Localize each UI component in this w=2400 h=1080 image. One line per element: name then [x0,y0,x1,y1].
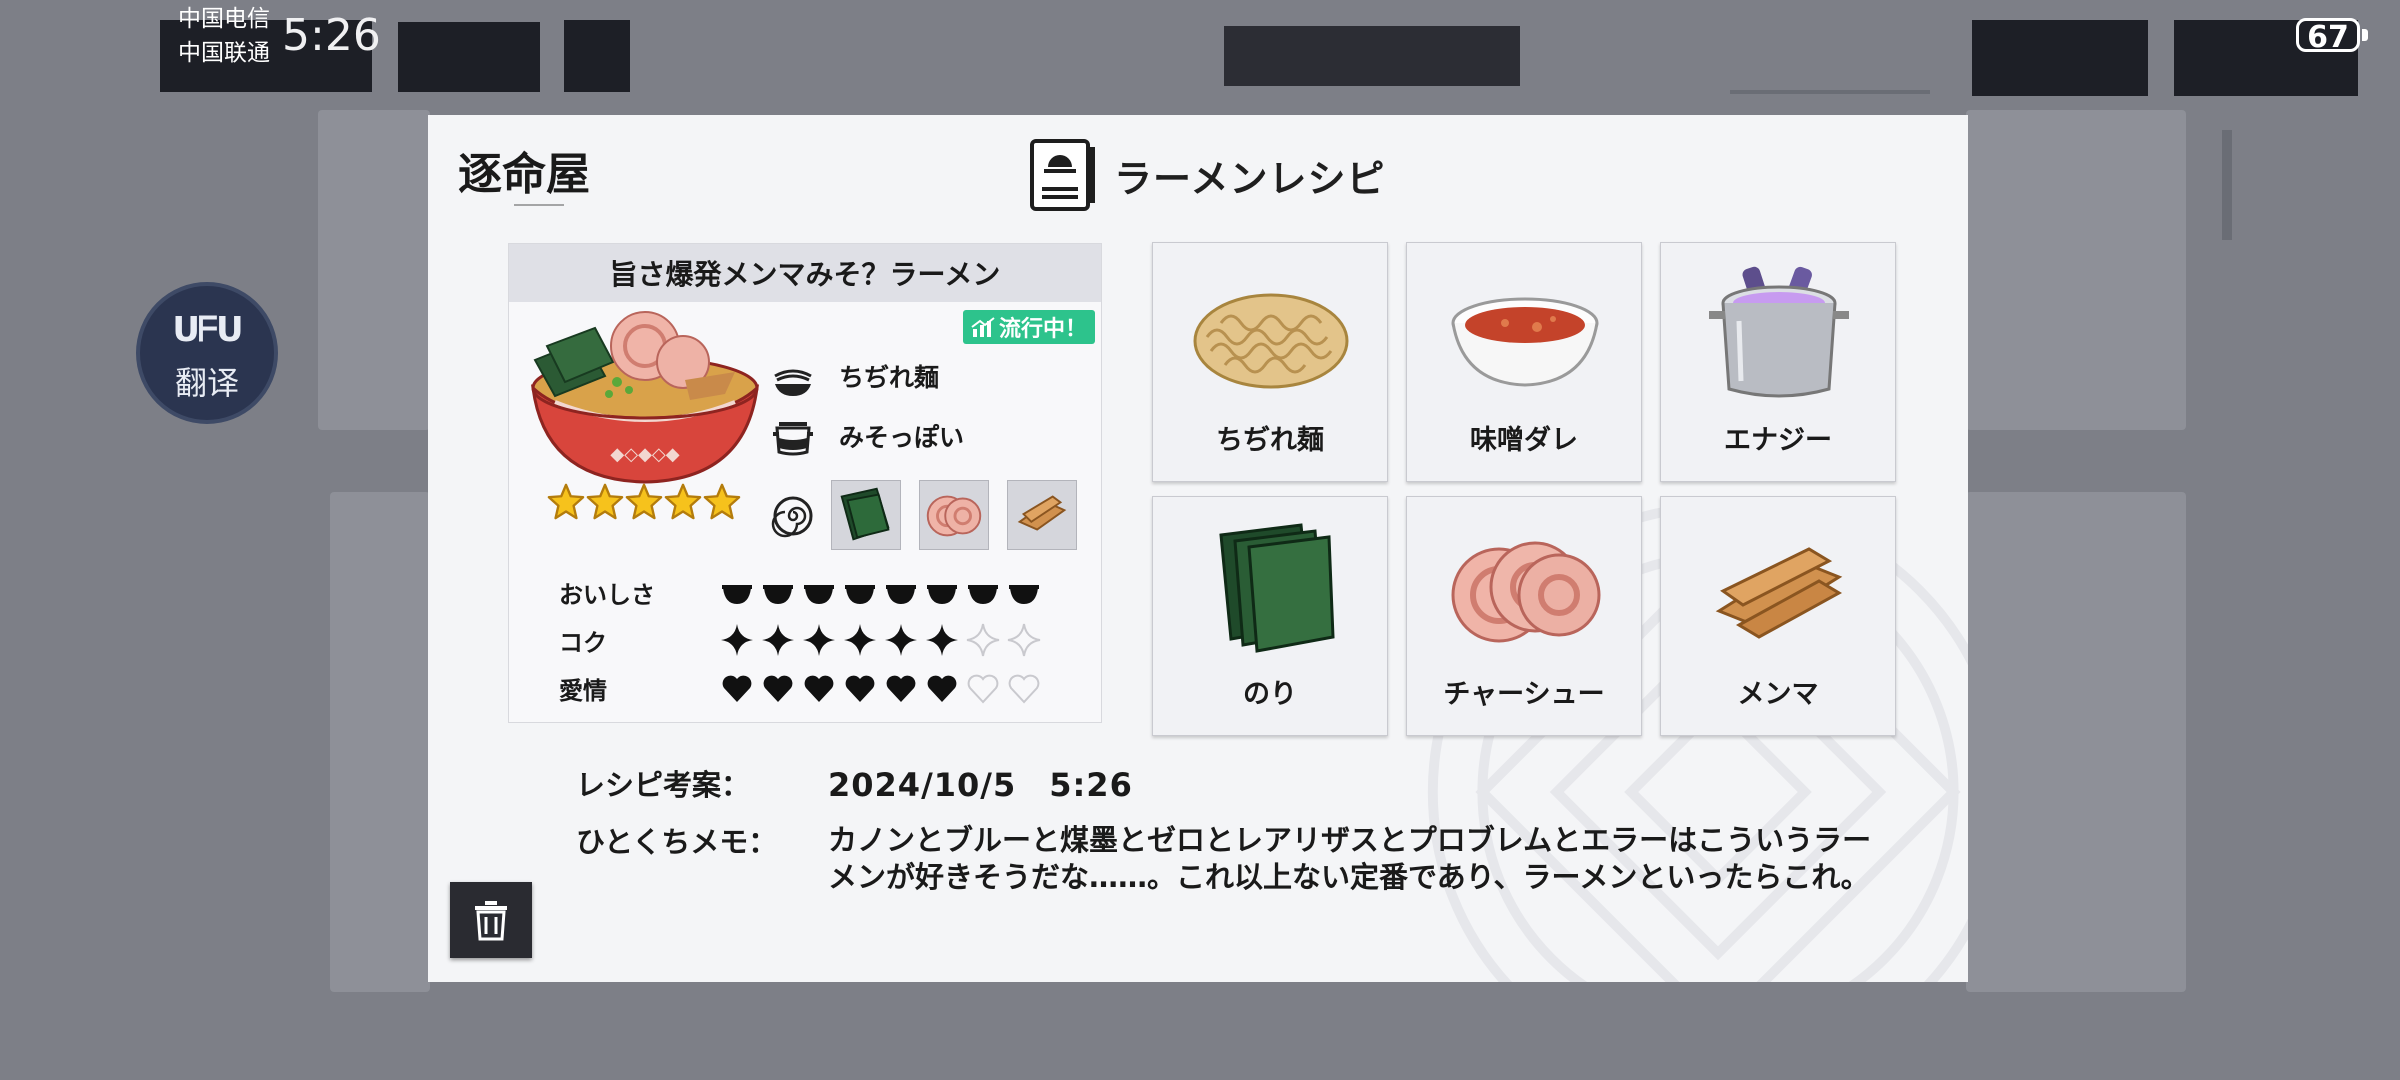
heart-empty-icon [967,674,999,704]
sparkle-empty-icon [1007,623,1041,657]
recipe-date-label: レシピ考案： [576,768,751,802]
heart-filled-icon [763,675,793,702]
sparkle-filled-icon [762,624,794,656]
energy-pot-icon [1709,266,1849,398]
sparkle-filled-icon [803,624,835,656]
heart-filled-icon [886,675,916,702]
translate-label: 翻译 [174,364,239,402]
ingredient-label-nori: のり [1243,679,1297,710]
stat-icons-taste [719,574,1042,610]
stat-name-love: 愛情 [559,676,607,705]
translate-logo-icon: ᑌᖴᑌ [172,310,243,350]
noodle-row: ちぢれ麺 [771,354,939,398]
menma-icon [1715,547,1843,639]
miso-sauce-icon [1451,297,1599,387]
stat-row-richness: コク [559,622,1042,658]
rating-star-icon [547,483,585,520]
noodle-label: ちぢれ麺 [839,363,940,392]
stat-name-richness: コク [559,628,607,657]
noodles-icon [1193,293,1349,389]
chashu-icon [1451,541,1601,643]
memo-text: カノンとブルーと煤墨とゼロとレアリザスとプロブレムとエラーはこういうラーメンが好… [828,823,1872,894]
sparkle-filled-icon [844,624,876,656]
modal-header: ラーメンレシピ [1028,135,1385,215]
rating-star-icon [586,483,624,520]
stat-name-taste: おいしさ [559,580,655,609]
stat-icons-richness [719,622,1042,658]
topping-slot-chashu[interactable] [919,480,989,550]
rating-star-icon [625,483,663,520]
bowl-filled-icon [722,585,752,604]
ingredient-card-chashu[interactable]: チャーシュー [1406,496,1642,736]
soup-row: みそっぽい [771,414,964,458]
memo-label: ひとくちメモ： [576,825,778,859]
heart-empty-icon [1008,674,1040,704]
heart-filled-icon [927,675,957,702]
chashu-icon [926,495,982,537]
recipe-date: 2024/10/5 5:26 [828,766,1133,804]
status-bar: 中国电信 中国联通 5:26 67 [0,0,2400,70]
recipe-name: 旨さ爆発メンマみそ？ラーメン [509,244,1101,302]
heart-filled-icon [722,675,752,702]
naruto-topping-icon [771,496,813,538]
ingredient-card-energy[interactable]: エナジー [1660,242,1896,482]
ingredient-label-energy: エナジー [1724,425,1832,456]
rating-stars [547,482,741,520]
rating-star-icon [703,483,741,520]
trash-icon [475,901,507,941]
carrier-1: 中国电信 [178,6,270,32]
shop-logo-icon: 逐命屋 [458,149,590,206]
trend-chart-icon [971,317,995,337]
translate-button[interactable]: ᑌᖴᑌ 翻译 [136,282,278,424]
bowl-filled-icon [763,585,793,604]
ramen-recipe-modal: 逐命屋 ラーメンレシピ 旨さ爆発メンマみそ？ラーメン ◆◇◆◇◆ 流行中！ ちぢ… [428,115,1968,982]
menma-icon [1017,495,1067,531]
bowl-filled-icon [886,585,916,604]
ingredient-label-menma: メンマ [1737,679,1819,710]
nori-icon [840,487,890,541]
trending-badge: 流行中！ [963,310,1096,344]
sparkle-filled-icon [885,624,917,656]
shop-logo-text: 逐命屋 [458,149,590,200]
stat-row-love: 愛情 [559,670,1042,706]
sparkle-filled-icon [721,624,753,656]
ingredient-card-menma[interactable]: メンマ [1660,496,1896,736]
heart-filled-icon [845,675,875,702]
heart-filled-icon [804,675,834,702]
svg-text:◆◇◆◇◆: ◆◇◆◇◆ [610,444,679,465]
soup-label: みそっぽい [839,423,965,452]
ingredient-label-miso: 味噌ダレ [1470,425,1578,456]
bowl-filled-icon [927,585,957,604]
rating-star-icon [664,483,702,520]
status-time: 5:26 [282,10,381,61]
topping-slot-nori[interactable] [831,480,901,550]
ingredient-card-noodles[interactable]: ちぢれ麺 [1152,242,1388,482]
sparkle-empty-icon [966,623,1000,657]
delete-recipe-button[interactable] [450,882,532,958]
ramen-bowl-icon: ◆◇◆◇◆ [530,311,760,484]
carrier-2: 中国联通 [178,40,270,66]
bowl-filled-icon [1009,585,1039,604]
trend-badge-label: 流行中！ [999,317,1088,342]
ingredient-card-miso[interactable]: 味噌ダレ [1406,242,1642,482]
recipe-book-icon [1030,139,1095,211]
sparkle-filled-icon [926,624,958,656]
ingredient-label-chashu: チャーシュー [1443,679,1605,710]
battery-indicator: 67 [2296,18,2360,55]
modal-title: ラーメンレシピ [1114,156,1386,201]
bowl-filled-icon [804,585,834,604]
ingredient-label-noodles: ちぢれ麺 [1216,425,1324,456]
recipe-card: 旨さ爆発メンマみそ？ラーメン ◆◇◆◇◆ 流行中！ ちぢれ麺 みそっぽい おいし… [508,243,1102,723]
stat-row-taste: おいしさ [559,574,1042,610]
bowl-filled-icon [845,585,875,604]
noodle-type-icon [774,369,812,396]
soup-pot-icon [773,422,813,456]
nori-icon [1219,523,1335,653]
topping-slot-menma[interactable] [1007,480,1077,550]
battery-tip-icon [2362,29,2368,41]
ingredient-card-nori[interactable]: のり [1152,496,1388,736]
bowl-filled-icon [968,585,998,604]
stat-icons-love [719,670,1042,706]
topping-row [771,494,839,538]
